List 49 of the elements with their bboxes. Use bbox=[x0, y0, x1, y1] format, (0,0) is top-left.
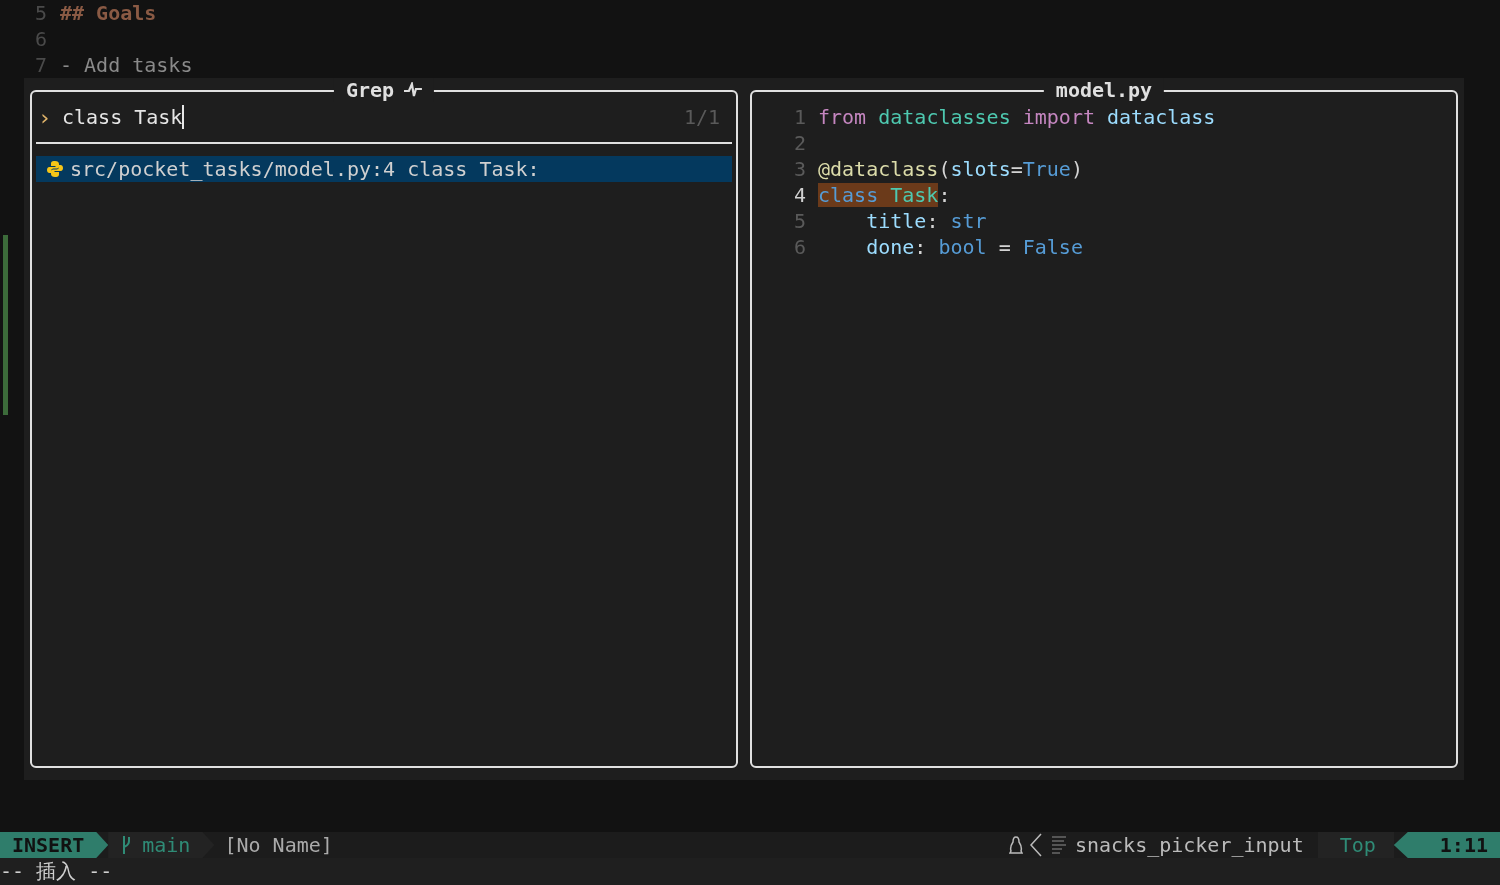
line-number: 5 bbox=[792, 208, 807, 234]
mode-indicator: INSERT bbox=[0, 832, 109, 858]
search-field[interactable]: class Task bbox=[62, 105, 183, 129]
line-number: 1 bbox=[792, 104, 807, 130]
code-token: Task bbox=[890, 183, 939, 207]
line-number: 6 bbox=[792, 234, 807, 260]
code-token: import bbox=[1022, 105, 1096, 129]
text-cursor bbox=[182, 105, 185, 129]
code-token: ( bbox=[938, 157, 951, 181]
line-number: 7 bbox=[33, 52, 48, 78]
code-token: class bbox=[818, 183, 891, 207]
code-token: @dataclass bbox=[818, 157, 939, 181]
code-token: = bbox=[997, 235, 1012, 259]
match-count: 1/1 bbox=[683, 105, 720, 129]
code-token: done bbox=[866, 235, 915, 259]
branch-name: main bbox=[142, 833, 191, 857]
pulse-icon bbox=[404, 82, 423, 98]
code-token: : bbox=[914, 235, 928, 259]
editor-text: ## Goals bbox=[60, 0, 157, 26]
prompt-icon: › bbox=[38, 104, 62, 130]
scroll-position: Top bbox=[1317, 832, 1394, 858]
code-token: False bbox=[1022, 235, 1083, 259]
branch-icon bbox=[120, 835, 133, 855]
code-token: slots bbox=[950, 157, 1011, 181]
editor-text: - Add tasks bbox=[60, 52, 193, 78]
command-line: -- 插入 -- bbox=[0, 859, 113, 883]
code-token: dataclass bbox=[1107, 105, 1216, 129]
code-token: str bbox=[950, 209, 987, 233]
file-name: [No Name] bbox=[224, 833, 333, 857]
code-token: from bbox=[818, 105, 868, 129]
chevron-icon bbox=[1028, 833, 1043, 857]
line-number: 5 bbox=[33, 0, 48, 26]
result-item[interactable]: src/pocket_tasks/model.py:4 class Task: bbox=[36, 156, 732, 182]
code-token: ) bbox=[1070, 157, 1083, 181]
code-token: title bbox=[866, 209, 927, 233]
code-token: dataclasses bbox=[878, 105, 1012, 129]
code-token: True bbox=[1022, 157, 1071, 181]
line-number: 6 bbox=[33, 26, 48, 52]
line-number: 3 bbox=[792, 156, 807, 182]
lines-icon bbox=[1050, 835, 1067, 855]
line-number: 2 bbox=[792, 130, 807, 156]
file-type: snacks_picker_input bbox=[1074, 833, 1304, 857]
line-number: 4 bbox=[792, 182, 807, 208]
python-icon bbox=[46, 160, 64, 178]
cursor-position: 1:11 bbox=[1393, 832, 1500, 858]
code-token: : bbox=[938, 183, 951, 207]
code-token: : bbox=[926, 209, 940, 233]
code-token: bool bbox=[938, 235, 987, 259]
code-token: = bbox=[1010, 157, 1023, 181]
